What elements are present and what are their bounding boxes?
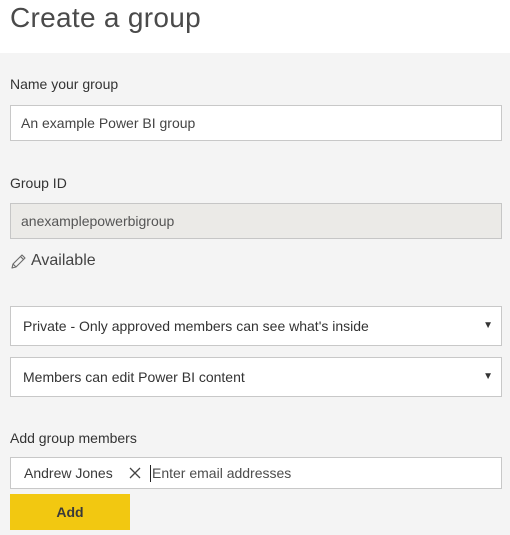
- group-id-availability: Available: [10, 249, 96, 273]
- privacy-select[interactable]: Private - Only approved members can see …: [10, 306, 502, 346]
- member-chip-name: Andrew Jones: [24, 465, 113, 481]
- availability-status-text: Available: [31, 252, 96, 269]
- group-name-input[interactable]: An example Power BI group: [10, 105, 502, 141]
- close-icon[interactable]: [124, 460, 146, 486]
- page-header: Create a group: [0, 0, 510, 53]
- email-input[interactable]: [151, 459, 496, 487]
- group-id-label: Group ID: [10, 175, 67, 191]
- chevron-down-icon: ▼: [483, 320, 493, 331]
- group-name-label: Name your group: [10, 76, 119, 92]
- member-chip: Andrew Jones: [14, 460, 148, 486]
- add-members-label: Add group members: [10, 430, 137, 446]
- page-title: Create a group: [10, 2, 201, 33]
- add-button[interactable]: Add: [10, 494, 130, 530]
- permissions-select-value: Members can edit Power BI content: [23, 369, 245, 385]
- pencil-icon[interactable]: [10, 253, 27, 270]
- permissions-select[interactable]: Members can edit Power BI content ▼: [10, 357, 502, 397]
- privacy-select-value: Private - Only approved members can see …: [23, 318, 369, 334]
- group-id-field: anexamplepowerbigroup: [10, 203, 502, 239]
- members-picker[interactable]: Andrew Jones: [10, 457, 502, 489]
- chevron-down-icon: ▼: [483, 371, 493, 382]
